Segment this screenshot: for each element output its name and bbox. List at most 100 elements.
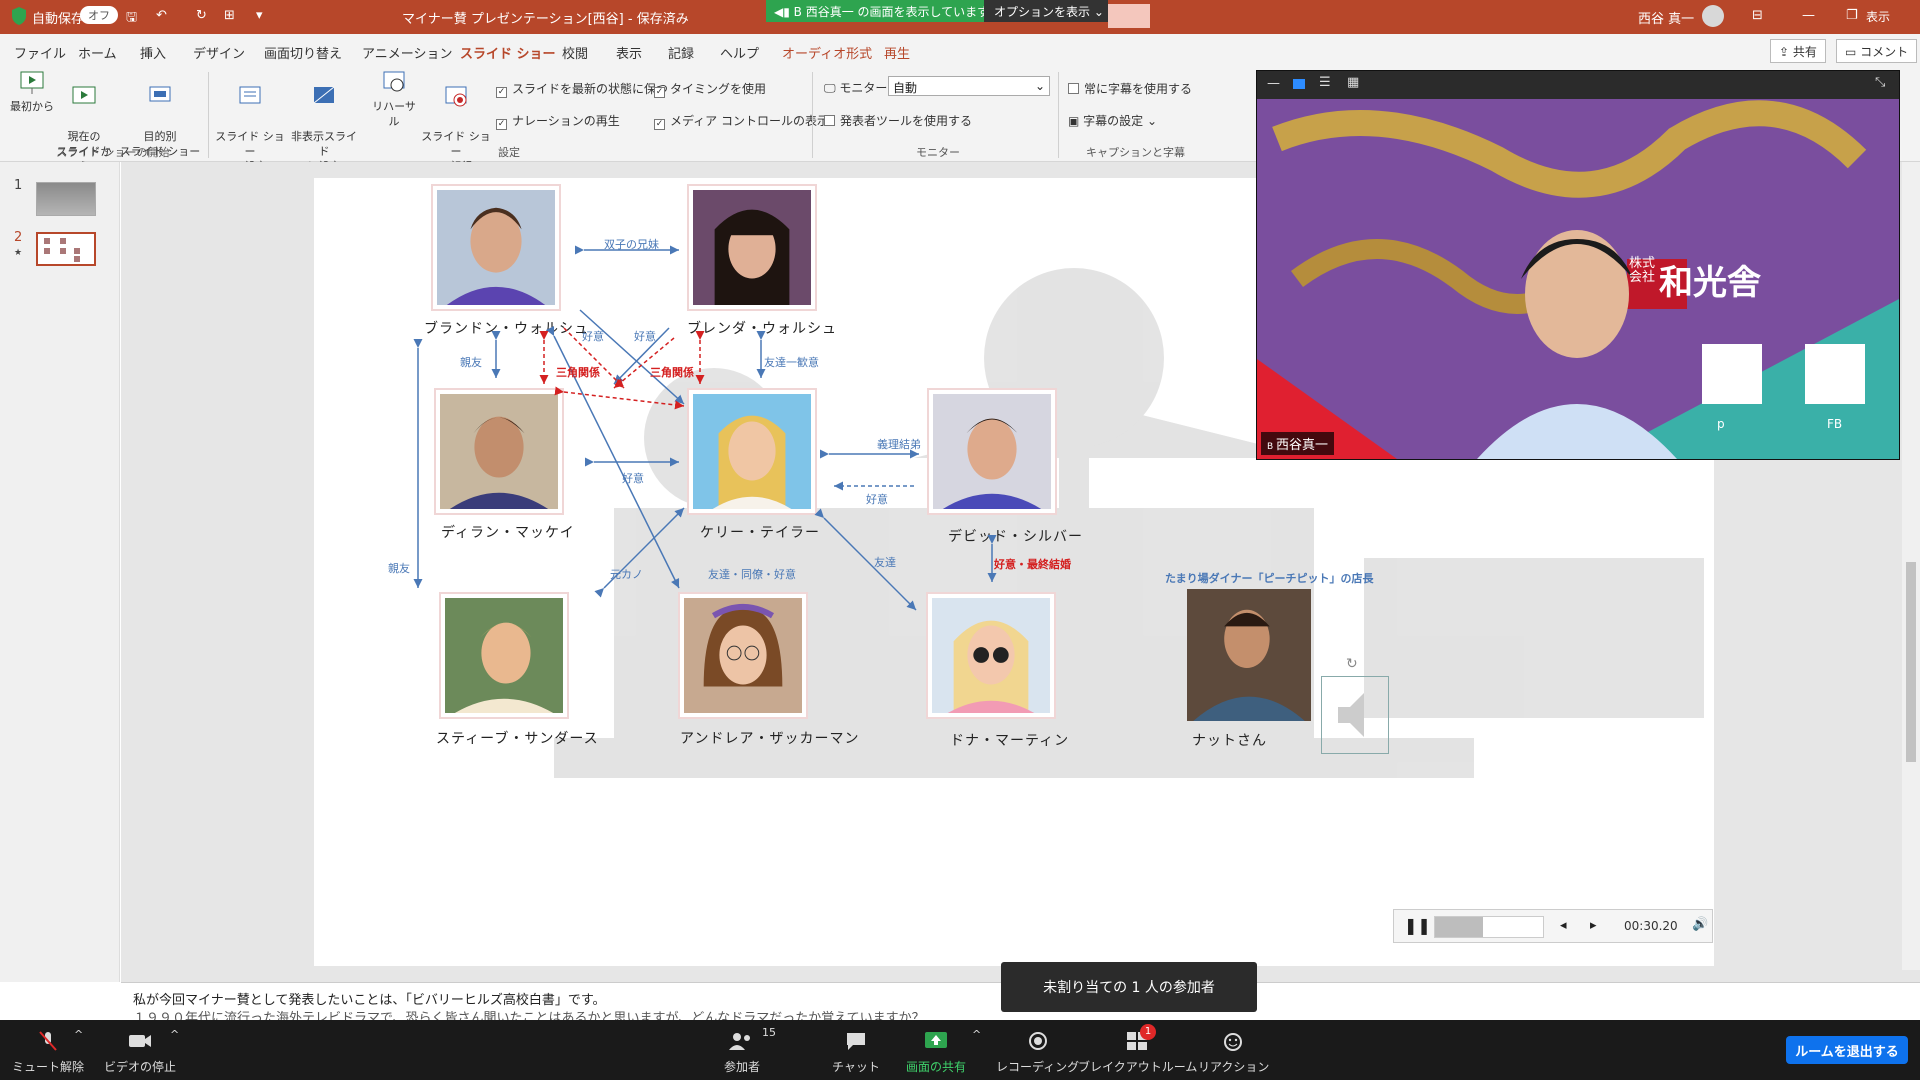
vertical-scrollbar[interactable] <box>1902 162 1920 970</box>
chat-button[interactable]: チャット <box>832 1030 880 1075</box>
relation-label: 元カノ <box>610 568 643 581</box>
tab-playback[interactable]: 再生 <box>884 43 910 62</box>
minimize-icon[interactable]: — <box>1802 8 1815 23</box>
share-options-chevron-icon[interactable]: ^ <box>972 1028 981 1041</box>
display-label[interactable]: 表示 <box>1866 8 1890 25</box>
relation-label: 好意 <box>582 330 604 343</box>
media-controls-checkbox[interactable]: ✓ メディア コントロールの表示 <box>654 112 829 130</box>
audio-options-chevron-icon[interactable]: ^ <box>74 1028 83 1041</box>
rotate-handle-icon[interactable]: ↻ <box>1346 656 1358 672</box>
leave-room-button[interactable]: ルームを退出する <box>1786 1036 1908 1064</box>
slide-thumbnail-2[interactable] <box>36 232 96 266</box>
user-name[interactable]: 西谷 真一 <box>1638 8 1694 27</box>
share-screen-button[interactable]: 画面の共有 <box>906 1030 966 1075</box>
participants-icon <box>729 1033 750 1050</box>
tab-file[interactable]: ファイル <box>14 43 66 62</box>
tab-insert[interactable]: 挿入 <box>140 43 166 62</box>
relation-label-red: 三角関係 <box>650 366 694 379</box>
speaker-icon: ◀▮ <box>774 5 794 19</box>
video-options-chevron-icon[interactable]: ^ <box>170 1028 179 1041</box>
monitor-select[interactable]: 自動 ⌄ <box>888 76 1050 96</box>
caption-settings-button[interactable]: ▣ 字幕の設定 ⌄ <box>1068 112 1157 129</box>
tab-help[interactable]: ヘルプ <box>720 43 759 62</box>
setup-show-button[interactable]: スライド ショー の設定 <box>214 70 286 174</box>
rehearse-button[interactable]: リハーサル <box>368 70 420 129</box>
customize-qat-icon[interactable]: ▾ <box>256 8 263 23</box>
tab-audio-format[interactable]: オーディオ形式 <box>782 43 872 62</box>
avatar[interactable] <box>1702 5 1724 27</box>
checkbox-unchecked <box>1068 83 1079 94</box>
video-panel-toolbar: — ☰ ▦ ⤡ <box>1257 71 1899 99</box>
pause-icon[interactable]: ❚❚ <box>1404 916 1431 935</box>
thumbnail-preview <box>44 238 80 262</box>
play-from-current-icon <box>72 86 96 104</box>
stop-video-button[interactable]: ビデオの停止 <box>104 1030 176 1075</box>
ribbon-separator <box>208 72 209 158</box>
checkbox-checked: ✓ <box>654 119 665 130</box>
use-timings-checkbox[interactable]: ✓ タイミングを使用 <box>654 80 766 98</box>
search-box[interactable] <box>1108 4 1150 28</box>
tab-design[interactable]: デザイン <box>193 43 245 62</box>
company-small-text: 株式 会社 <box>1629 256 1656 285</box>
participant-name-tag: B 西谷真一 <box>1261 432 1335 455</box>
tab-review[interactable]: 校閲 <box>562 43 588 62</box>
breakout-badge: 1 <box>1140 1024 1156 1040</box>
keep-updated-checkbox[interactable]: ✓ スライドを最新の状態に保つ <box>496 80 668 98</box>
slide-thumbnail-1[interactable] <box>36 182 96 216</box>
speaker-view-icon[interactable] <box>1293 79 1305 89</box>
always-captions-checkbox[interactable]: 常に字幕を使用する <box>1068 80 1192 97</box>
volume-icon[interactable]: 🔊 <box>1692 917 1708 932</box>
comment-icon: ▭ <box>1845 45 1861 59</box>
scrollbar-thumb[interactable] <box>1906 562 1916 762</box>
tab-view[interactable]: 表示 <box>616 43 642 62</box>
exit-fullscreen-icon[interactable]: ⤡ <box>1875 75 1885 90</box>
unassigned-participants-tooltip: 未割り当ての 1 人の参加者 <box>1001 962 1257 1012</box>
relation-label: 友達一歓意 <box>764 356 819 369</box>
comment-button[interactable]: ▭ コメント <box>1836 39 1918 63</box>
tab-home[interactable]: ホーム <box>78 43 117 62</box>
media-progress-bar[interactable] <box>1434 916 1544 938</box>
monitor-icon: 🖵 <box>824 81 840 95</box>
strip-view-icon[interactable]: ☰ <box>1319 75 1331 90</box>
chevron-down-icon: ⌄ <box>1034 79 1045 93</box>
tab-record[interactable]: 記録 <box>668 43 694 62</box>
undo-icon[interactable]: ↶ <box>156 8 167 23</box>
relation-label-red: 三角関係 <box>556 366 600 379</box>
video-panel[interactable]: — ☰ ▦ ⤡ 株式 会社 和光舎 p FB B 西谷真一 <box>1256 70 1900 460</box>
record-show-button[interactable]: スライド ショー の記録 <box>420 70 492 174</box>
speaker-icon <box>1338 693 1364 737</box>
participants-button[interactable]: 参加者 <box>724 1030 760 1075</box>
hide-slide-button[interactable]: 非表示スライド に設定 <box>286 70 362 174</box>
monitor-label: 🖵 モニター: <box>824 81 892 95</box>
minimize-video-icon[interactable]: — <box>1267 76 1280 91</box>
relation-label: 友達・同僚・好意 <box>708 568 796 581</box>
save-icon[interactable]: 🖫 <box>126 8 137 30</box>
rewind-icon[interactable]: ◂ <box>1560 918 1567 933</box>
ribbon-display-icon[interactable]: ⊟ <box>1752 8 1763 23</box>
share-options-button[interactable]: オプションを表示 ⌄ <box>984 0 1108 22</box>
presenter-view-checkbox[interactable]: 発表者ツールを使用する <box>824 112 972 129</box>
autosave-toggle[interactable]: オフ <box>80 6 118 24</box>
muted-mic-icon <box>39 1031 57 1051</box>
restore-icon[interactable]: ❐ <box>1846 8 1858 23</box>
breakout-rooms-button[interactable]: ブレイクアウトルーム <box>1078 1030 1197 1075</box>
tab-animations[interactable]: アニメーション <box>362 43 452 62</box>
forward-icon[interactable]: ▸ <box>1590 918 1597 933</box>
reactions-button[interactable]: リアクション <box>1198 1030 1269 1075</box>
record-button[interactable]: レコーディング <box>996 1030 1079 1075</box>
from-beginning-button[interactable]: 最初から <box>8 70 56 114</box>
checkbox-checked: ✓ <box>496 119 507 130</box>
redo-icon[interactable]: ↻ <box>196 8 207 23</box>
present-icon[interactable]: ⊞ <box>224 8 235 23</box>
relation-label: たまり場ダイナー「ピーチピット」の店長 <box>1165 572 1374 585</box>
share-button[interactable]: ⇪ 共有 <box>1770 39 1826 63</box>
checkbox-unchecked <box>824 115 835 126</box>
company-name: 和光舎 <box>1659 263 1761 303</box>
hide-slide-icon <box>313 86 335 104</box>
tab-transitions[interactable]: 画面切り替え <box>264 43 342 62</box>
record-icon <box>445 86 467 107</box>
gallery-view-icon[interactable]: ▦ <box>1347 75 1359 90</box>
play-narration-checkbox[interactable]: ✓ ナレーションの再生 <box>496 112 620 130</box>
shield-icon <box>10 6 28 30</box>
audio-object[interactable] <box>1321 676 1389 754</box>
